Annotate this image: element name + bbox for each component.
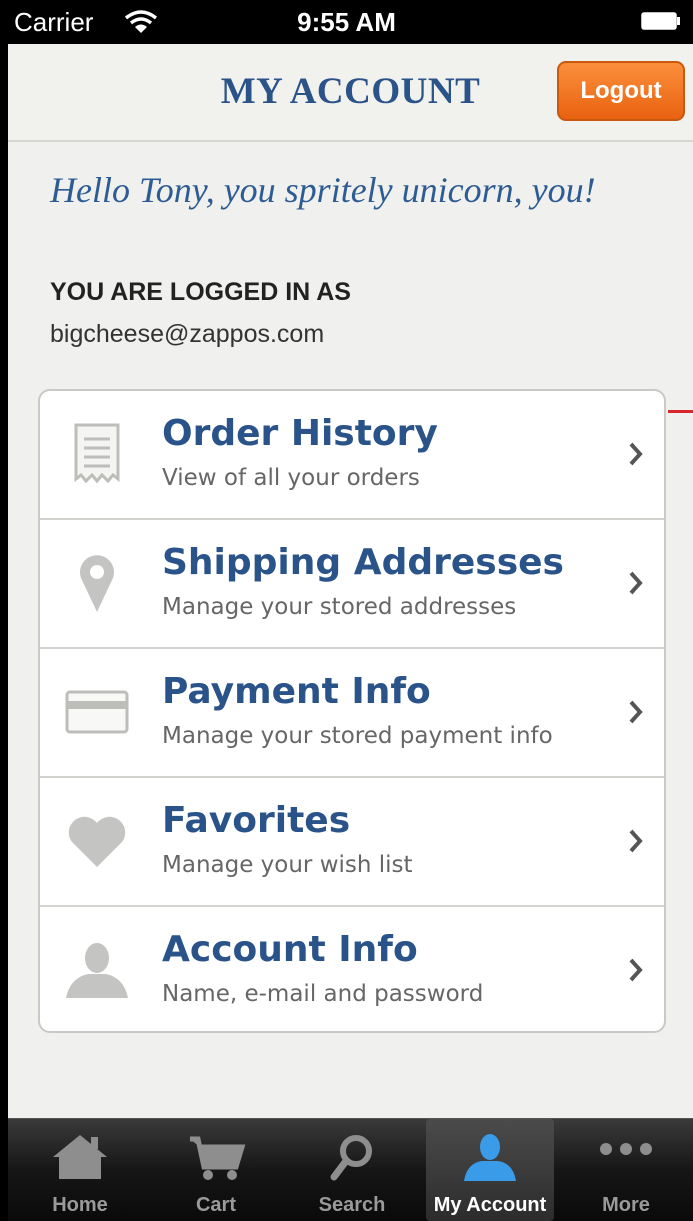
tab-label: Cart (195, 1194, 236, 1216)
logout-button[interactable]: Logout (557, 61, 685, 121)
menu-item-account-info[interactable]: Account Info Name, e-mail and password (40, 907, 664, 1031)
menu-item-title: Account Info (162, 929, 418, 970)
battery-icon (641, 12, 680, 30)
menu-item-order-history[interactable]: Order History View of all your orders (40, 391, 664, 520)
tab-search[interactable]: Search (288, 1119, 416, 1221)
person-icon (426, 1133, 554, 1185)
menu-item-subtitle: View of all your orders (162, 465, 420, 491)
account-screen: MY ACCOUNT Logout Hello Tony, you sprite… (8, 44, 693, 1118)
menu-item-subtitle: Manage your stored payment info (162, 723, 553, 749)
tab-label: Search (318, 1194, 386, 1216)
chevron-right-icon (629, 829, 643, 853)
menu-item-title: Favorites (162, 800, 351, 841)
tab-more[interactable]: More (562, 1119, 690, 1221)
menu-item-subtitle: Manage your wish list (162, 852, 413, 878)
chevron-right-icon (629, 958, 643, 982)
cart-icon (152, 1133, 280, 1185)
credit-card-icon (64, 679, 130, 745)
person-icon (64, 937, 130, 1003)
status-bar: Carrier 9:55 AM (0, 0, 693, 44)
menu-item-favorites[interactable]: Favorites Manage your wish list (40, 778, 664, 907)
search-icon (288, 1133, 416, 1185)
more-icon (562, 1133, 690, 1185)
home-icon (16, 1133, 144, 1185)
user-email: bigcheese@zappos.com (50, 320, 325, 348)
menu-item-payment-info[interactable]: Payment Info Manage your stored payment … (40, 649, 664, 778)
menu-item-subtitle: Manage your stored addresses (162, 594, 517, 620)
menu-item-shipping-addresses[interactable]: Shipping Addresses Manage your stored ad… (40, 520, 664, 649)
tab-label: More (602, 1194, 650, 1216)
tab-home[interactable]: Home (16, 1119, 144, 1221)
menu-item-title: Shipping Addresses (162, 542, 564, 583)
menu-item-title: Order History (162, 413, 438, 454)
chevron-right-icon (629, 442, 643, 466)
nav-bar: MY ACCOUNT Logout (8, 44, 693, 142)
receipt-icon (64, 421, 130, 487)
tab-bar: Home Cart Search My Account More (8, 1118, 693, 1221)
greeting-text: Hello Tony, you spritely unicorn, you! (50, 170, 596, 210)
map-pin-icon (64, 550, 130, 616)
chevron-right-icon (629, 571, 643, 595)
account-menu: Order History View of all your orders Sh… (38, 389, 666, 1033)
chevron-right-icon (629, 700, 643, 724)
tab-cart[interactable]: Cart (152, 1119, 280, 1221)
logged-in-label: YOU ARE LOGGED IN AS (50, 278, 351, 306)
heart-icon (64, 808, 130, 874)
accent-divider (668, 410, 693, 413)
menu-item-subtitle: Name, e-mail and password (162, 981, 484, 1007)
tab-label: Home (52, 1194, 108, 1216)
tab-my-account[interactable]: My Account (426, 1119, 554, 1221)
tab-label: My Account (433, 1194, 547, 1216)
menu-item-title: Payment Info (162, 671, 431, 712)
status-time: 9:55 AM (297, 7, 396, 37)
